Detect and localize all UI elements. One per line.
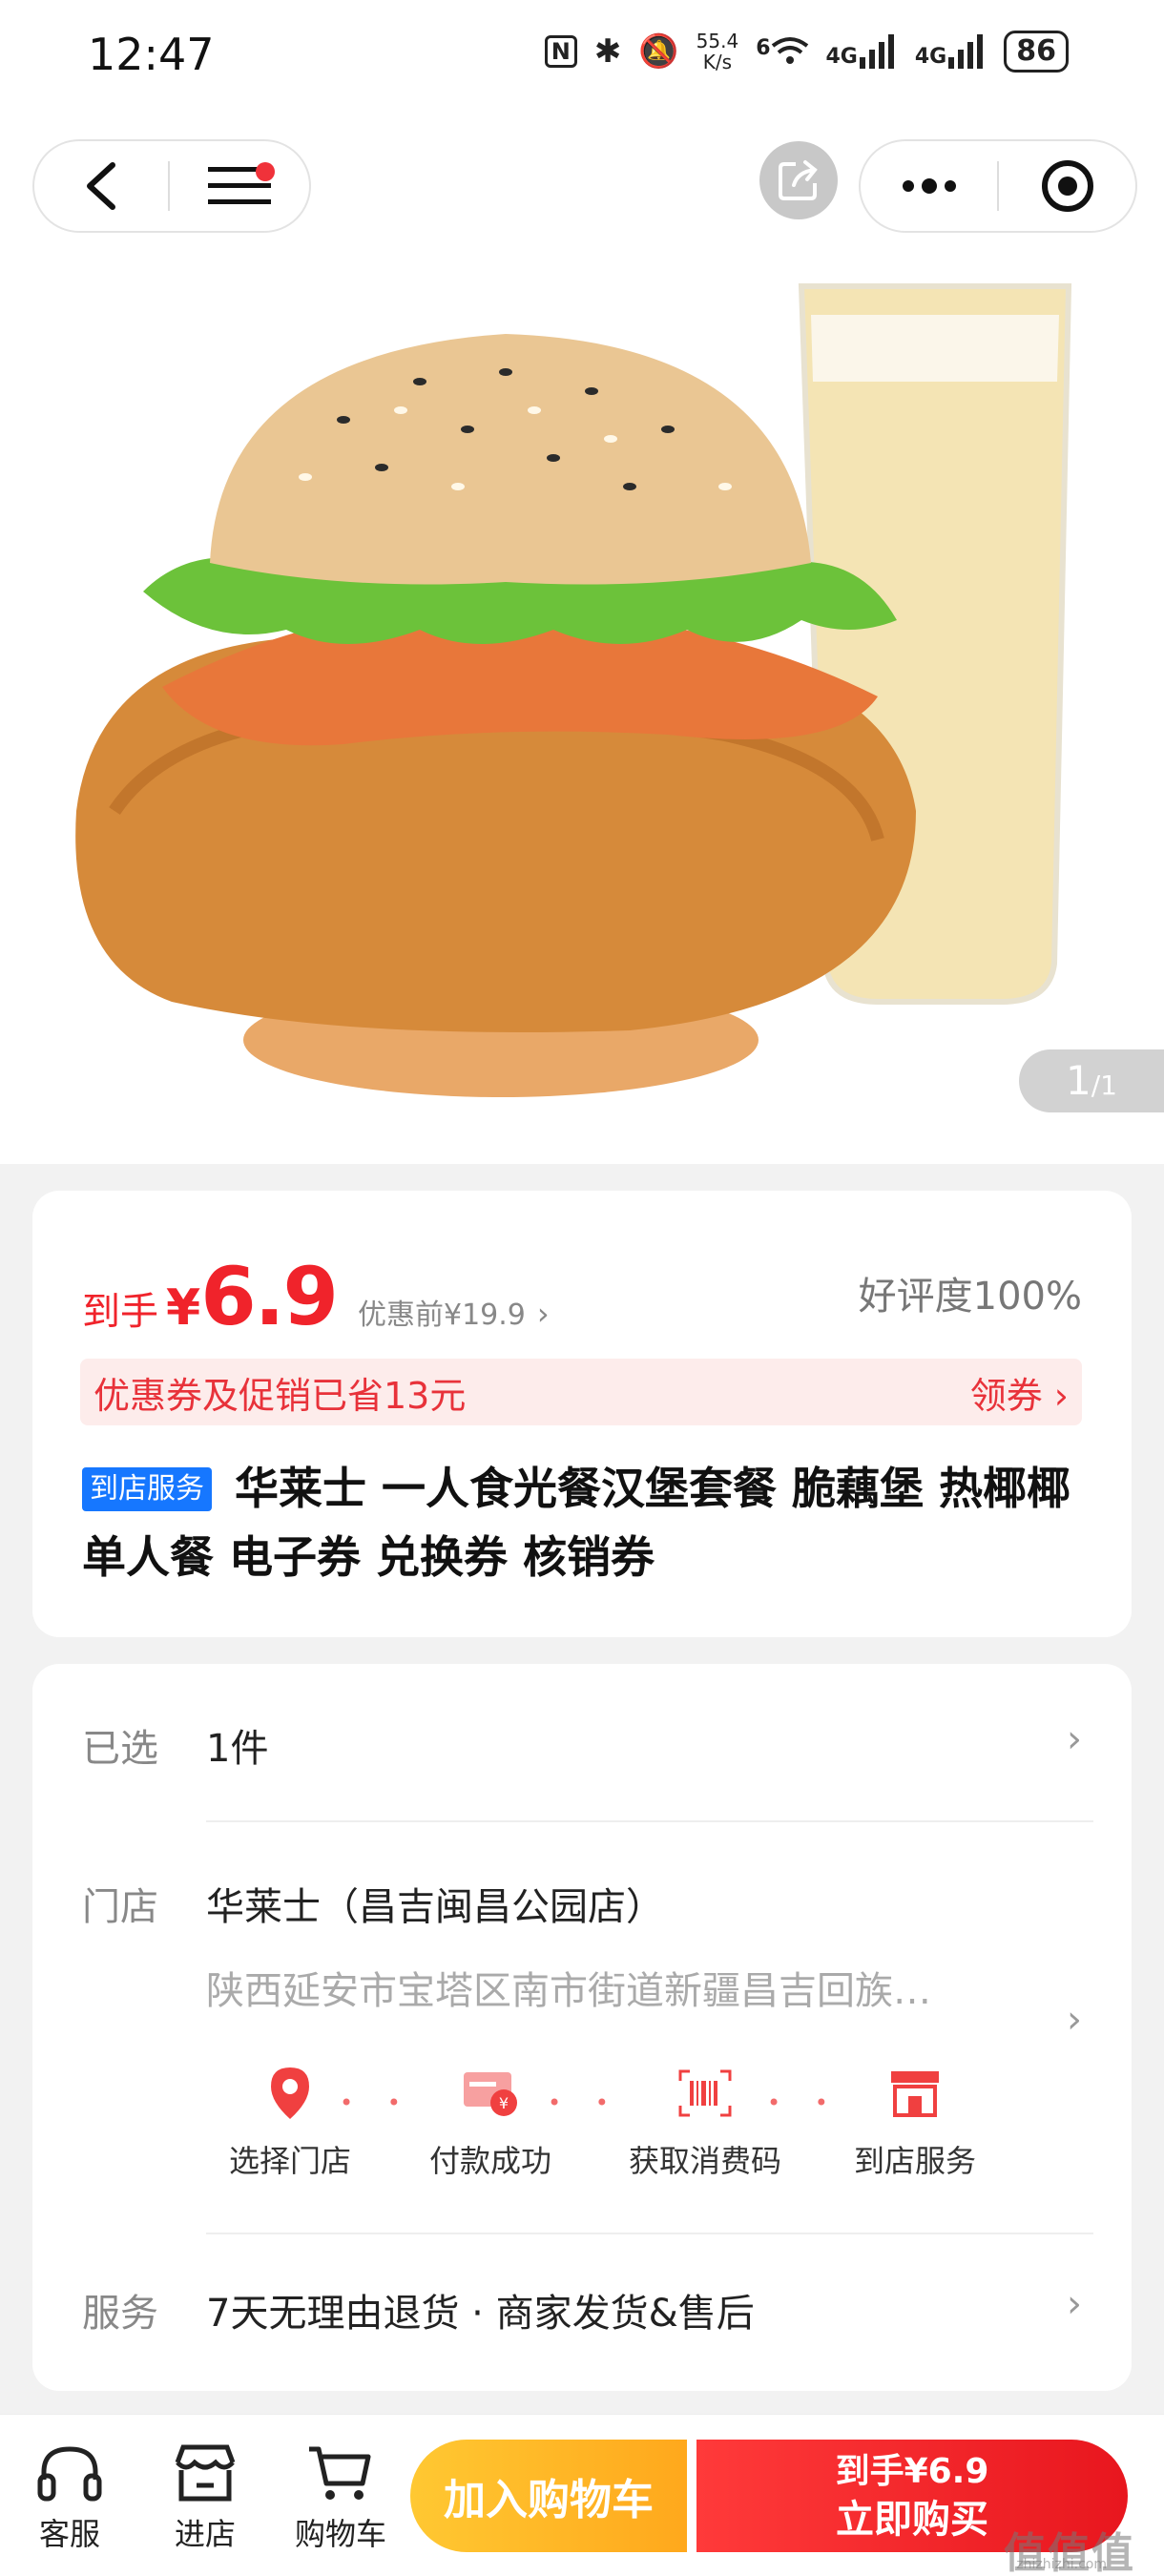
chevron-right-icon: › bbox=[1067, 1998, 1082, 2042]
product-image bbox=[75, 283, 1072, 1097]
share-button[interactable] bbox=[759, 141, 838, 219]
price-card: 到手 ¥ 6.9 优惠前¥19.9 › 好评度100% 优惠券及促销已省13元 … bbox=[32, 1191, 1132, 1637]
price-row: 到手 ¥ 6.9 优惠前¥19.9 › bbox=[82, 1250, 550, 1343]
tab-label: 客服 bbox=[38, 2516, 100, 2552]
tab-label: 购物车 bbox=[294, 2516, 386, 2552]
shop-icon bbox=[175, 2444, 236, 2502]
mute-bell-icon: 🔕 bbox=[638, 32, 679, 71]
nfc-icon: N bbox=[544, 35, 577, 68]
original-price-link[interactable]: 优惠前¥19.9 bbox=[358, 1291, 526, 1333]
step-select-store: 选择门店 bbox=[195, 2065, 385, 2181]
tab-label: 进店 bbox=[174, 2516, 236, 2552]
selected-value: 1件 bbox=[206, 1727, 269, 1771]
store-label: 门店 bbox=[82, 1885, 158, 1929]
watermark-url: zhizhizhi.com bbox=[1016, 2557, 1107, 2572]
buy-price: 到手¥6.9 bbox=[835, 2452, 989, 2491]
chevron-right-icon: › bbox=[536, 1296, 550, 1332]
step-get-code: 获取消费码 bbox=[610, 2065, 800, 2181]
barcode-icon bbox=[676, 2065, 734, 2122]
bluetooth-icon: ✱ bbox=[593, 32, 622, 71]
location-pin-icon bbox=[261, 2065, 319, 2122]
payment-card-icon: ¥ bbox=[462, 2065, 519, 2122]
step-label: 到店服务 bbox=[853, 2143, 976, 2179]
status-bar: 12:47 N ✱ 🔕 55.4 K/s 6 4G 4G 86 bbox=[0, 0, 1164, 114]
divider bbox=[206, 2233, 1093, 2234]
tab-enter-store[interactable]: 进店 bbox=[143, 2443, 267, 2554]
headset-icon bbox=[37, 2446, 102, 2502]
network-speed: 55.4 K/s bbox=[696, 31, 739, 73]
chevron-right-icon: › bbox=[1067, 2282, 1082, 2326]
final-price: 6.9 bbox=[200, 1250, 339, 1343]
step-label: 选择门店 bbox=[228, 2143, 351, 2179]
redeem-steps: 选择门店 • • ¥ 付款成功 • • 获取消费码 • • 到店服务 bbox=[195, 2065, 1015, 2179]
network-type-1: 4G bbox=[825, 45, 858, 69]
speed-value: 55.4 bbox=[696, 30, 739, 52]
more-button[interactable] bbox=[861, 141, 997, 231]
service-value: 7天无理由退货 · 商家发货&售后 bbox=[206, 2292, 755, 2336]
get-coupon-button[interactable]: 领券 › bbox=[970, 1366, 1069, 1419]
close-miniapp-button[interactable] bbox=[999, 141, 1135, 231]
tab-customer-service[interactable]: 客服 bbox=[8, 2443, 132, 2554]
store-name: 华莱士（昌吉闽昌公园店） bbox=[206, 1885, 664, 1929]
details-card: 已选 1件 › 门店 华莱士（昌吉闽昌公园店） 陕西延安市宝塔区南市街道新疆昌吉… bbox=[32, 1664, 1132, 2391]
battery-icon: 86 bbox=[1004, 31, 1069, 73]
product-title-block: 到店服务 华莱士 一人食光餐汉堡套餐 脆藕堡 热椰椰 单人餐 电子券 兑换券 核销… bbox=[82, 1454, 1112, 1591]
rating: 好评度100% bbox=[858, 1275, 1082, 1319]
add-to-cart-button[interactable]: 加入购物车 bbox=[410, 2440, 687, 2552]
wifi-icon: 6 bbox=[756, 36, 808, 67]
status-icons: N ✱ 🔕 55.4 K/s 6 4G 4G 86 bbox=[544, 31, 1069, 73]
buy-label: 立即购买 bbox=[836, 2498, 988, 2542]
coupon-savings-text: 优惠券及促销已省13元 bbox=[94, 1374, 467, 1417]
back-button[interactable] bbox=[34, 141, 168, 231]
cart-icon bbox=[309, 2446, 371, 2500]
speed-unit: K/s bbox=[702, 51, 733, 73]
step-in-store-service: 到店服务 bbox=[820, 2065, 1010, 2181]
product-gallery[interactable]: 1 /1 bbox=[0, 114, 1164, 1164]
step-label: 付款成功 bbox=[428, 2143, 551, 2179]
cell-signal-2-icon: 4G bbox=[915, 34, 987, 69]
step-payment-success: ¥ 付款成功 bbox=[395, 2065, 586, 2181]
total-pages: /1 bbox=[1091, 1070, 1117, 1101]
service-tag: 到店服务 bbox=[82, 1467, 212, 1511]
step-label: 获取消费码 bbox=[628, 2143, 781, 2179]
nav-capsule-left bbox=[32, 139, 311, 233]
status-time: 12:47 bbox=[88, 29, 215, 80]
bottom-action-bar: 客服 进店 购物车 加入购物车 到手¥6.9 立即购买 bbox=[0, 2414, 1164, 2576]
chevron-right-icon: › bbox=[1067, 1717, 1082, 1761]
more-dots-icon bbox=[902, 178, 956, 194]
store-address: 陕西延安市宝塔区南市街道新疆昌吉回族… bbox=[206, 1969, 931, 2013]
selected-label: 已选 bbox=[82, 1727, 158, 1771]
menu-button[interactable] bbox=[170, 141, 309, 231]
product-title: 华莱士 一人食光餐汉堡套餐 脆藕堡 热椰椰 单人餐 电子券 兑换券 核销券 bbox=[82, 1463, 1071, 1583]
target-circle-icon bbox=[1041, 160, 1093, 212]
price-currency: ¥ bbox=[166, 1279, 201, 1337]
share-icon bbox=[779, 160, 818, 200]
gallery-page-indicator: 1 /1 bbox=[1019, 1049, 1164, 1112]
tab-cart[interactable]: 购物车 bbox=[279, 2443, 403, 2554]
current-page: 1 bbox=[1066, 1057, 1091, 1104]
price-prefix: 到手 bbox=[82, 1290, 158, 1334]
network-type-2: 4G bbox=[914, 45, 947, 69]
wifi-number: 6 bbox=[756, 36, 771, 60]
back-arrow-icon bbox=[87, 162, 115, 210]
coupon-bar[interactable]: 优惠券及促销已省13元 领券 › bbox=[80, 1359, 1082, 1425]
cell-signal-1-icon: 4G bbox=[826, 34, 898, 69]
svg-text:¥: ¥ bbox=[499, 2094, 509, 2112]
store-icon bbox=[886, 2065, 944, 2122]
divider bbox=[206, 1820, 1093, 1822]
nav-capsule-right bbox=[859, 139, 1137, 233]
notification-dot bbox=[256, 162, 275, 181]
service-label: 服务 bbox=[82, 2292, 158, 2336]
